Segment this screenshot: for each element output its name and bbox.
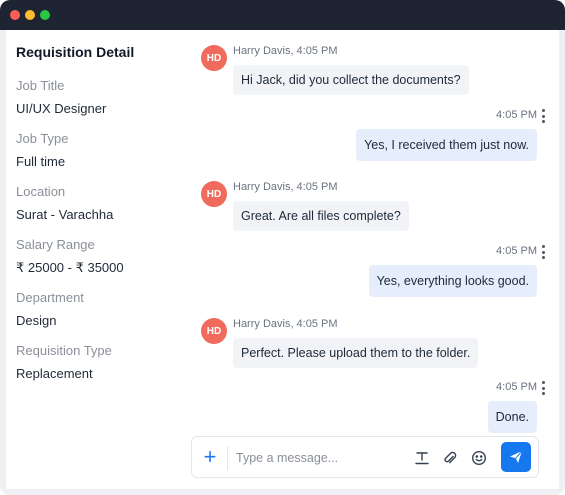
message-time: 4:05 PM [496,381,537,393]
title-bar [0,0,565,30]
outgoing-message: 4:05 PM Yes, everything looks good. [219,245,559,307]
requisition-sidebar: Requisition Detail Job Title UI/UX Desig… [6,30,186,489]
maximize-window-button[interactable] [40,10,50,20]
field-label: Job Title [16,78,65,93]
more-options-icon[interactable] [537,243,549,261]
field-requisition-type: Requisition Type Replacement [16,343,181,381]
field-job-type: Job Type Full time [16,131,181,169]
field-value: Replacement [16,366,93,381]
composer-divider [227,446,228,470]
attachment-icon[interactable] [440,448,460,468]
field-location: Location Surat - Varachha [16,184,181,222]
field-department: Department Design [16,290,181,328]
minimize-window-button[interactable] [25,10,35,20]
message-bubble: Yes, I received them just now. [356,129,537,161]
message-meta: Harry Davis, 4:05 PM [233,318,338,330]
avatar: HD [201,318,227,344]
avatar: HD [201,181,227,207]
message-bubble: Yes, everything looks good. [368,265,537,297]
sidebar-title: Requisition Detail [16,44,135,60]
field-value: ₹ 25000 - ₹ 35000 [16,260,124,275]
text-format-icon[interactable] [412,448,432,468]
message-bubble: Perfect. Please upload them to the folde… [233,338,479,368]
message-composer: + [191,436,539,478]
outgoing-message: 4:05 PM Done. [219,381,559,443]
outgoing-message: 4:05 PM Yes, I received them just now. [219,109,559,171]
app-window: Requisition Detail Job Title UI/UX Desig… [0,0,565,495]
message-bubble: Great. Are all files complete? [233,201,409,231]
message-input[interactable] [236,445,406,471]
message-meta: Harry Davis, 4:05 PM [233,181,338,193]
message-bubble: Done. [487,401,537,433]
emoji-icon[interactable] [469,448,489,468]
send-icon [510,450,523,463]
field-value: Design [16,313,57,328]
field-label: Salary Range [16,237,95,252]
field-label: Location [16,184,66,199]
field-salary-range: Salary Range ₹ 25000 - ₹ 35000 [16,237,181,276]
more-options-icon[interactable] [537,107,549,125]
plus-icon[interactable]: + [200,446,220,468]
field-label: Job Type [16,131,69,146]
more-options-icon[interactable] [537,379,549,397]
avatar: HD [201,45,227,71]
close-window-button[interactable] [10,10,20,20]
field-value: Surat - Varachha [16,207,114,222]
field-value: UI/UX Designer [16,101,107,116]
field-label: Requisition Type [16,343,112,358]
message-bubble: Hi Jack, did you collect the documents? [233,65,469,95]
chat-panel: HD Harry Davis, 4:05 PM Hi Jack, did you… [186,30,559,489]
message-time: 4:05 PM [496,245,537,257]
message-meta: Harry Davis, 4:05 PM [233,45,338,57]
message-time: 4:05 PM [496,109,537,121]
field-job-title: Job Title UI/UX Designer [16,78,181,116]
main-content: Requisition Detail Job Title UI/UX Desig… [6,30,559,489]
send-button[interactable] [501,442,531,472]
field-label: Department [16,290,84,305]
field-value: Full time [16,154,66,169]
